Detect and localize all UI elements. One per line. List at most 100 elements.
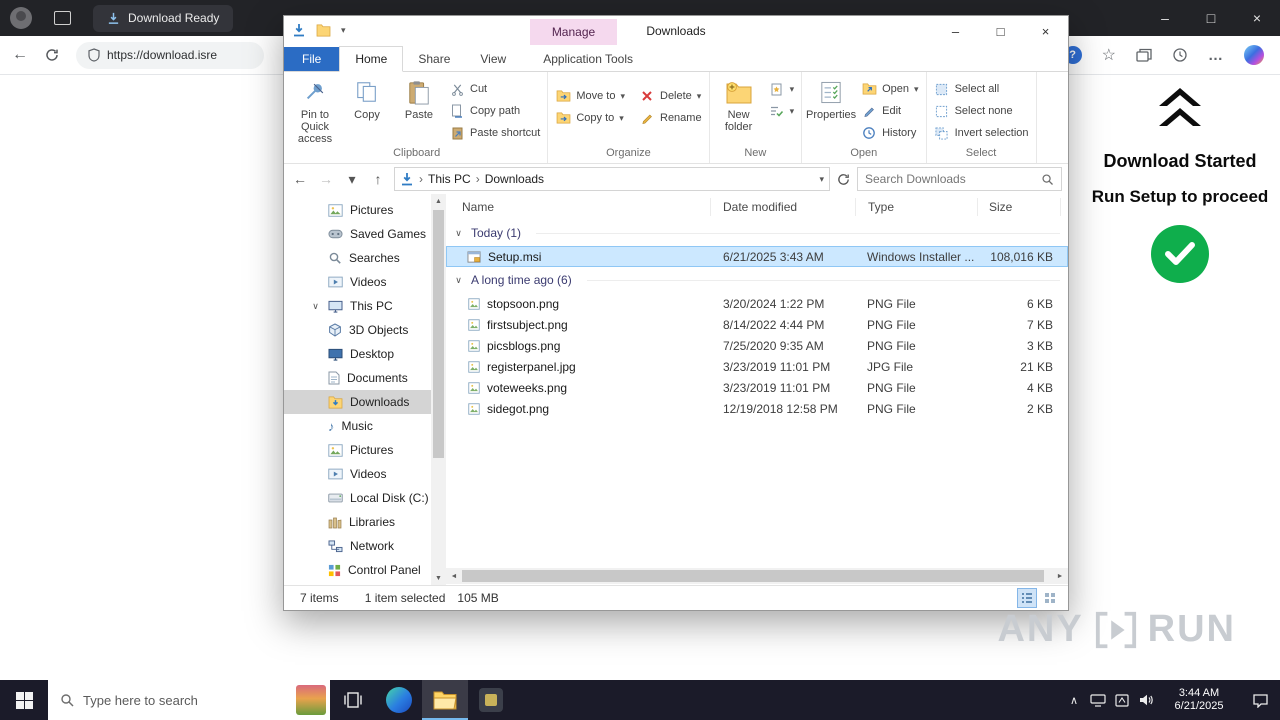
address-history-caret-icon[interactable]: ▾: [819, 174, 824, 185]
scroll-right-arrow[interactable]: ►: [1052, 568, 1068, 584]
start-button[interactable]: [0, 680, 48, 720]
sidebar-scrollbar[interactable]: ▲ ▼: [431, 194, 446, 585]
delete-button[interactable]: Delete ▾: [635, 85, 706, 107]
select-none-button[interactable]: Select none: [930, 100, 1033, 122]
nav-up-button[interactable]: ↑: [368, 171, 388, 187]
sidebar-item-downloads[interactable]: Downloads: [284, 390, 431, 414]
browser-close-button[interactable]: ×: [1234, 0, 1280, 36]
properties-button[interactable]: Properties: [805, 75, 857, 121]
explorer-maximize-button[interactable]: □: [978, 16, 1023, 46]
copilot-icon[interactable]: [1244, 45, 1264, 65]
paste-shortcut-button[interactable]: Paste shortcut: [445, 122, 544, 144]
network-tray-icon[interactable]: [1086, 680, 1110, 720]
tab-view[interactable]: View: [465, 47, 521, 71]
language-tray-icon[interactable]: [1110, 680, 1134, 720]
group-header-today[interactable]: ∨ Today (1): [446, 220, 1068, 246]
history-icon[interactable]: [1172, 47, 1188, 63]
sidebar-item-saved-games[interactable]: Saved Games: [284, 222, 431, 246]
profile-avatar[interactable]: [10, 7, 32, 29]
nav-back-button[interactable]: ←: [290, 171, 310, 187]
column-header-date-modified[interactable]: Date modified: [711, 198, 856, 216]
expand-chevron-icon[interactable]: ∨: [310, 301, 321, 312]
sidebar-item-network[interactable]: Network: [284, 534, 431, 558]
refresh-button[interactable]: [836, 172, 851, 187]
browser-back-button[interactable]: ←: [12, 46, 28, 64]
edge-taskbar-button[interactable]: [376, 680, 422, 720]
browser-maximize-button[interactable]: □: [1188, 0, 1234, 36]
breadcrumb-this-pc[interactable]: This PC: [428, 172, 471, 186]
collections-icon[interactable]: [1136, 48, 1152, 62]
new-folder-button[interactable]: New folder: [713, 75, 765, 133]
edit-button[interactable]: Edit: [857, 100, 922, 122]
column-header-type[interactable]: Type: [856, 198, 978, 216]
copy-path-button[interactable]: Copy path: [445, 100, 544, 122]
file-row[interactable]: voteweeks.png 3/23/2019 11:01 PM PNG Fil…: [446, 377, 1068, 398]
cut-button[interactable]: Cut: [445, 78, 544, 100]
sidebar-item-documents[interactable]: Documents: [284, 366, 431, 390]
scroll-up-arrow[interactable]: ▲: [431, 194, 446, 208]
file-row[interactable]: picsblogs.png 7/25/2020 9:35 AM PNG File…: [446, 335, 1068, 356]
window-icon[interactable]: [54, 11, 71, 25]
manage-contextual-label[interactable]: Manage: [530, 19, 617, 45]
column-header-size[interactable]: Size: [978, 198, 1061, 216]
scroll-left-arrow[interactable]: ◄: [446, 568, 462, 584]
action-center-button[interactable]: [1240, 680, 1280, 720]
new-item-button[interactable]: ▾: [765, 78, 799, 100]
easy-access-button[interactable]: ▾: [765, 100, 799, 122]
browser-tab[interactable]: Download Ready: [93, 4, 234, 32]
sidebar-item-videos[interactable]: Videos: [284, 270, 431, 294]
task-view-button[interactable]: [330, 680, 376, 720]
sidebar-item-libraries[interactable]: Libraries: [284, 510, 431, 534]
column-header-name[interactable]: Name: [446, 198, 711, 216]
select-all-button[interactable]: Select all: [930, 78, 1033, 100]
sidebar-item-this-pc[interactable]: ∨ This PC: [284, 294, 431, 318]
tab-file[interactable]: File: [284, 47, 340, 71]
rename-button[interactable]: Rename: [635, 107, 706, 129]
open-button[interactable]: Open ▾: [857, 78, 922, 100]
sidebar-item-music[interactable]: ♪ Music: [284, 414, 431, 438]
tab-application-tools[interactable]: Application Tools: [537, 47, 639, 71]
qat-caret-icon[interactable]: ▾: [341, 25, 346, 36]
taskbar-clock[interactable]: 3:44 AM 6/21/2025: [1158, 687, 1240, 713]
favorites-icon[interactable]: ☆: [1102, 45, 1116, 65]
copy-button[interactable]: Copy: [341, 75, 393, 121]
scrollbar-thumb[interactable]: [433, 210, 444, 458]
qat-folder-icon[interactable]: [316, 24, 331, 37]
address-bar[interactable]: https://download.isre: [76, 41, 264, 69]
volume-tray-icon[interactable]: [1134, 680, 1158, 720]
file-explorer-taskbar-button[interactable]: [422, 680, 468, 720]
details-view-button[interactable]: [1017, 588, 1037, 608]
scrollbar-thumb[interactable]: [462, 570, 1044, 582]
browser-refresh-button[interactable]: [44, 47, 60, 63]
breadcrumb-downloads[interactable]: Downloads: [485, 172, 544, 186]
sidebar-item-pictures-2[interactable]: Pictures: [284, 438, 431, 462]
file-row[interactable]: firstsubject.png 8/14/2022 4:44 PM PNG F…: [446, 314, 1068, 335]
file-row[interactable]: stopsoon.png 3/20/2024 1:22 PM PNG File …: [446, 293, 1068, 314]
browser-minimize-button[interactable]: –: [1142, 0, 1188, 36]
tab-home[interactable]: Home: [339, 46, 404, 72]
tab-share[interactable]: Share: [403, 47, 465, 71]
pinned-app-taskbar-button[interactable]: [468, 680, 514, 720]
breadcrumb[interactable]: › This PC › Downloads ▾: [394, 167, 830, 191]
pin-to-quick-access-button[interactable]: Pin to Quick access: [289, 75, 341, 145]
browser-menu-icon[interactable]: …: [1208, 47, 1224, 64]
file-row-setup-msi[interactable]: Setup.msi 6/21/2025 3:43 AM Windows Inst…: [446, 246, 1068, 267]
search-input[interactable]: Search Downloads: [857, 167, 1062, 191]
search-highlight-thumbnail[interactable]: [296, 685, 326, 715]
taskbar-search-input[interactable]: Type here to search: [48, 680, 330, 720]
sidebar-item-3d-objects[interactable]: 3D Objects: [284, 318, 431, 342]
explorer-close-button[interactable]: ×: [1023, 16, 1068, 46]
move-to-button[interactable]: Move to ▾: [551, 85, 629, 107]
group-header-long-time-ago[interactable]: ∨ A long time ago (6): [446, 267, 1068, 293]
history-button[interactable]: History: [857, 122, 922, 144]
file-row[interactable]: registerpanel.jpg 3/23/2019 11:01 PM JPG…: [446, 356, 1068, 377]
tray-chevron-icon[interactable]: ∧: [1062, 680, 1086, 720]
sidebar-item-videos-2[interactable]: Videos: [284, 462, 431, 486]
sidebar-item-control-panel[interactable]: Control Panel: [284, 558, 431, 582]
scroll-down-arrow[interactable]: ▼: [431, 571, 446, 585]
sidebar-item-desktop[interactable]: Desktop: [284, 342, 431, 366]
file-row[interactable]: sidegot.png 12/19/2018 12:58 PM PNG File…: [446, 398, 1068, 419]
sidebar-item-local-disk-c[interactable]: Local Disk (C:): [284, 486, 431, 510]
invert-selection-button[interactable]: Invert selection: [930, 122, 1033, 144]
paste-button[interactable]: Paste: [393, 75, 445, 121]
